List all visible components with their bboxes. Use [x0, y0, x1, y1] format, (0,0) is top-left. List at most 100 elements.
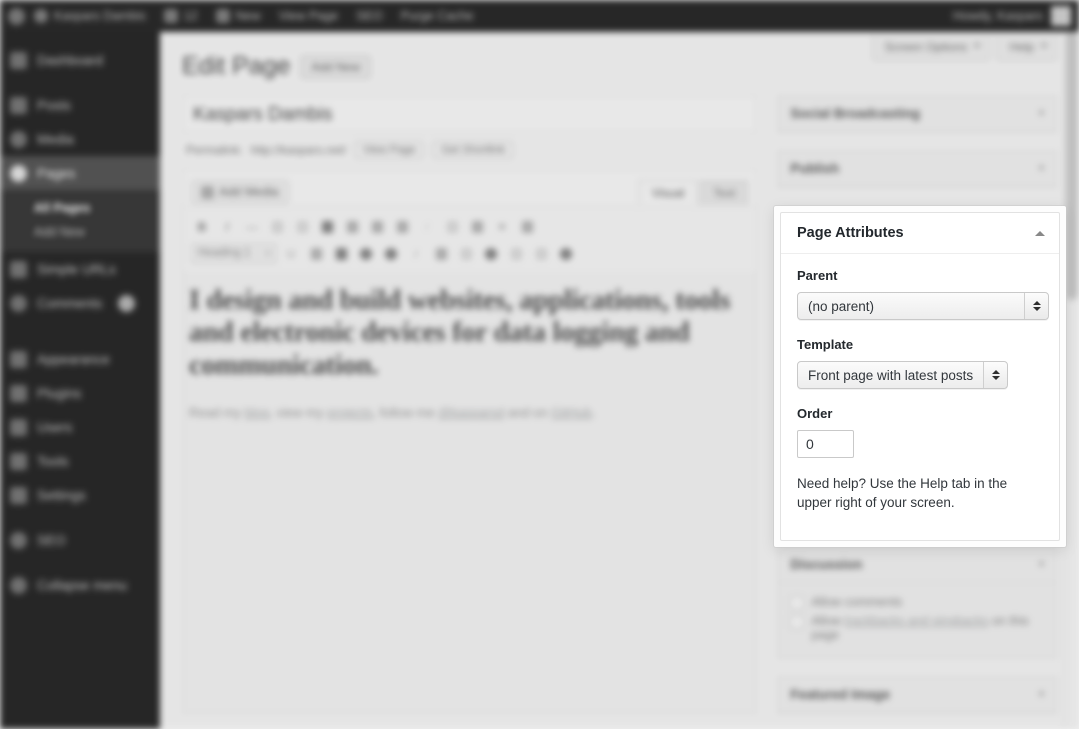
undo-icon[interactable]	[480, 243, 502, 264]
adminbar-purge-cache[interactable]: Purge Cache	[392, 0, 483, 32]
screen-options-button[interactable]: Screen Options	[871, 35, 991, 61]
format-select[interactable]: Heading 1	[191, 243, 277, 264]
text-color-icon[interactable]	[330, 243, 352, 264]
chevron-toggle-icon[interactable]: ▾	[1039, 689, 1044, 700]
sidebar-submenu-add-new[interactable]: Add New	[0, 220, 160, 244]
sidebar-item-collapse-menu[interactable]: Collapse menu	[0, 568, 160, 602]
sidebar-item-simple-urls[interactable]: Simple URLs	[0, 252, 160, 286]
adminbar-view-page[interactable]: View Page	[270, 0, 348, 32]
chevron-up-icon[interactable]	[1035, 226, 1045, 236]
editor-text-1: Read my	[189, 405, 245, 421]
metabox-header[interactable]: Discussion ▾	[778, 547, 1056, 583]
sidebar-item-users[interactable]: Users	[0, 410, 160, 444]
permalink-url[interactable]: http://kaspars.net/	[251, 143, 346, 157]
trackbacks-link[interactable]: trackbacks and pingbacks	[845, 614, 989, 628]
allow-trackbacks-row[interactable]: Allow trackbacks and pingbacks on this p…	[790, 612, 1044, 644]
kitchen-sink-icon[interactable]	[555, 243, 577, 264]
read-more-icon[interactable]	[466, 216, 488, 237]
spellcheck-icon[interactable]: ✕	[491, 216, 513, 237]
parent-label: Parent	[797, 268, 838, 283]
sidebar-item-appearance[interactable]: Appearance	[0, 342, 160, 376]
align-right-icon[interactable]	[391, 216, 413, 237]
metabox-header[interactable]: Featured Image ▾	[778, 677, 1056, 713]
adminbar-comments[interactable]: 12	[155, 0, 207, 32]
scrollbar-thumb[interactable]	[1066, 32, 1078, 300]
allow-trackbacks-pre: Allow	[811, 614, 845, 628]
unlink-icon[interactable]	[441, 216, 463, 237]
tab-text[interactable]: Text	[700, 179, 749, 205]
adminbar-site-name[interactable]: Kaspars Dambis	[25, 0, 155, 32]
sidebar-item-plugins[interactable]: Plugins	[0, 376, 160, 410]
bold-icon[interactable]: B	[191, 216, 213, 237]
align-center-icon[interactable]	[366, 216, 388, 237]
adminbar-account[interactable]: Howdy, Kaspars	[953, 6, 1079, 26]
get-shortlink-button[interactable]: Get Shortlink	[432, 141, 515, 159]
sidebar-item-dashboard[interactable]: Dashboard	[0, 43, 160, 77]
unordered-list-icon[interactable]	[266, 216, 288, 237]
align-left-icon[interactable]	[341, 216, 363, 237]
sidebar-item-media[interactable]: Media	[0, 122, 160, 156]
editor-paragraph: Read my blog, view my projects, follow m…	[189, 382, 748, 420]
allow-comments-row[interactable]: Allow comments	[790, 593, 1044, 612]
chevron-toggle-icon[interactable]: ▾	[1039, 559, 1044, 570]
indent-icon[interactable]	[455, 243, 477, 264]
special-character-icon[interactable]: /	[405, 243, 427, 264]
outdent-icon[interactable]	[430, 243, 452, 264]
adminbar-seo-label: SEO	[356, 9, 383, 23]
page-attributes-header[interactable]: Page Attributes	[781, 213, 1059, 254]
collapse-icon	[10, 576, 27, 594]
allow-comments-checkbox[interactable]	[790, 596, 805, 610]
sidebar-item-pages[interactable]: Pages	[0, 156, 160, 190]
sidebar-item-tools[interactable]: Tools	[0, 444, 160, 478]
fullscreen-icon[interactable]	[516, 216, 538, 237]
editor-link-twitter[interactable]: @kasparsd	[438, 405, 504, 420]
help-label: Help	[1009, 40, 1034, 54]
adminbar-new[interactable]: New	[207, 0, 270, 32]
adminbar-seo[interactable]: SEO	[347, 0, 391, 32]
format-select-value: Heading 1	[198, 247, 251, 259]
add-media-button[interactable]: Add Media	[191, 180, 289, 204]
sidebar-item-settings[interactable]: Settings	[0, 478, 160, 512]
blockquote-icon[interactable]	[316, 216, 338, 237]
view-page-button[interactable]: View Page	[354, 141, 425, 159]
allow-trackbacks-checkbox[interactable]	[790, 615, 805, 629]
sidebar-item-posts[interactable]: Posts	[0, 88, 160, 122]
sidebar-item-comments[interactable]: Comments	[0, 286, 160, 320]
adminbar-view-page-label: View Page	[278, 9, 339, 23]
permalink-label: Permalink:	[186, 143, 243, 157]
underline-icon[interactable]: U	[280, 243, 302, 264]
italic-icon[interactable]: I	[216, 216, 238, 237]
comment-bubble-icon	[163, 9, 178, 23]
editor-link-github[interactable]: GitHub	[551, 405, 591, 420]
post-title-input[interactable]: Kaspars Dambis	[182, 95, 758, 133]
add-new-button[interactable]: Add New	[300, 54, 372, 79]
tab-visual[interactable]: Visual	[638, 179, 698, 205]
metabox-title: Social Broadcasting	[790, 106, 921, 121]
template-select[interactable]: Front page with latest posts	[797, 361, 1009, 389]
sidebar-item-seo[interactable]: SEO	[0, 523, 160, 557]
parent-select[interactable]: (no parent)	[797, 292, 1049, 320]
help-button[interactable]: Help	[996, 35, 1057, 61]
redo-icon[interactable]	[505, 243, 527, 264]
metabox-header[interactable]: Publish ▾	[778, 151, 1056, 187]
clear-formatting-icon[interactable]	[380, 243, 402, 264]
editor-link-blog[interactable]: blog	[245, 405, 270, 420]
metabox-page-attributes: Page Attributes Parent (no parent) Templ…	[780, 212, 1060, 541]
strikethrough-icon[interactable]: —	[241, 216, 263, 237]
editor-link-projects[interactable]: projects	[327, 405, 373, 420]
help-icon[interactable]	[530, 243, 552, 264]
order-input[interactable]	[797, 430, 854, 458]
template-select-value: Front page with latest posts	[808, 367, 974, 383]
chevron-toggle-icon[interactable]: ▾	[1039, 108, 1044, 119]
metabox-header[interactable]: Social Broadcasting ▾	[778, 96, 1056, 132]
editor-content-area[interactable]: I design and build websites, application…	[183, 271, 757, 713]
arrow-up-icon	[1032, 297, 1041, 305]
ordered-list-icon[interactable]	[291, 216, 313, 237]
sidebar-item-label: Comments	[37, 295, 103, 311]
link-icon[interactable]: /	[416, 216, 438, 237]
sidebar-submenu-all-pages[interactable]: All Pages	[0, 196, 160, 220]
paste-text-icon[interactable]	[355, 243, 377, 264]
chevron-toggle-icon[interactable]: ▾	[1039, 163, 1044, 174]
wordpress-logo-icon[interactable]	[8, 7, 25, 25]
justify-icon[interactable]	[305, 243, 327, 264]
